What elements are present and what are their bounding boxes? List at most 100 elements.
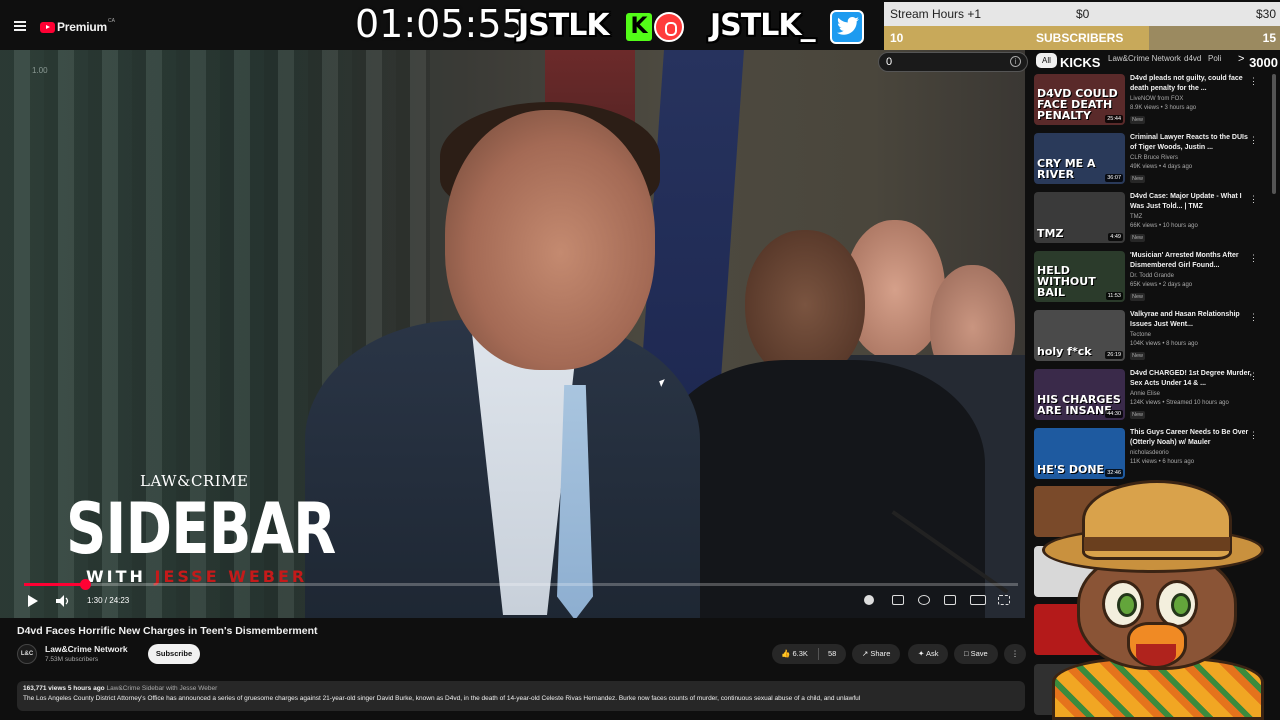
recommendation-meta: 8.9K views • 3 hours ago [1130,105,1197,111]
captions-icon[interactable] [892,595,904,605]
recommendation-title[interactable]: Valkyrae and Hasan Relationship Issues J… [1130,310,1254,329]
dislike-count: 58 [828,649,837,658]
list-item[interactable]: TMZ 4:49 D4vd Case: Major Update - What I … [1034,192,1270,247]
scrollbar[interactable] [1272,74,1276,194]
info-icon[interactable]: i [1010,56,1021,67]
video-thumbnail[interactable]: CRY ME A RIVER 36:07 [1034,133,1125,184]
mascot-eye-left [1102,580,1144,628]
more-icon[interactable]: ⋮ [1249,135,1258,146]
dislike-button[interactable]: 58 [828,644,836,664]
kick-icon: K [626,13,652,41]
kicks-goal: 3000 [1249,55,1278,70]
kicks-bar: 0 i All KICKS Law&Crime Network d4vd Pol… [878,52,1280,74]
more-icon[interactable]: ⋮ [1249,312,1258,323]
recommendation-channel[interactable]: nicholasdeorio [1130,450,1169,456]
duration-badge: 11:53 [1105,292,1123,300]
recommendation-title[interactable]: D4vd CHARGED! 1st Degree Murder, Sex Act… [1130,369,1254,388]
recommendation-title[interactable]: This Guys Career Needs to Be Over (Otter… [1130,428,1254,447]
list-item[interactable]: holy f*ck 26:19 Valkyrae and Hasan Relatio… [1034,310,1270,365]
video-thumbnail[interactable]: HELD WITHOUT BAIL 11:53 [1034,251,1125,302]
more-icon[interactable]: ⋮ [1249,253,1258,264]
speaker-face [445,110,655,370]
new-badge: New [1130,411,1146,419]
kicks-value: 0 [886,56,893,68]
twitter-bird-icon [830,10,864,44]
subs-goal: 10 SUBSCRIBERS 15 [884,26,1280,50]
thumbnail-text: TMZ [1037,227,1064,240]
goal-label: Stream Hours +1 [890,7,982,21]
recommendation-channel[interactable]: TMZ [1130,214,1142,220]
avatar[interactable]: L&C [17,644,37,664]
progress-bar[interactable] [24,579,1018,590]
recommendation-channel[interactable]: Dr. Todd Grande [1130,273,1174,279]
logo-country: CA [107,18,115,24]
more-icon[interactable]: ⋮ [1249,76,1258,87]
description-meta: 163,771 views 5 hours ago Law&Crime Side… [23,685,1019,692]
like-button[interactable]: 👍 6.3K [781,644,808,664]
like-divider [818,648,819,660]
recommendation-channel[interactable]: Annie Elise [1130,391,1160,397]
menu-icon[interactable] [14,21,26,31]
recommendation-meta: 49K views • 4 days ago [1130,164,1193,170]
video-thumbnail[interactable]: holy f*ck 26:19 [1034,310,1125,361]
list-item[interactable]: CRY ME A RIVER 36:07 Criminal Lawyer React… [1034,133,1270,188]
autoplay-icon[interactable] [864,595,874,605]
subs-label: SUBSCRIBERS [1036,31,1124,45]
recommendation-meta: 124K views • Streamed 10 hours ago [1130,400,1229,406]
list-item[interactable]: HELD WITHOUT BAIL 11:53 'Musician' Arreste… [1034,251,1270,306]
list-item[interactable]: HIS CHARGES ARE INSANE 44:30 D4vd CHARGED!… [1034,369,1270,424]
description-box[interactable]: 163,771 views 5 hours ago Law&Crime Side… [17,681,1025,711]
youtube-logo[interactable]: Premium CA [40,18,115,34]
video-player[interactable]: 1.00 LAW&CRIME SIDEBAR WITH JESSE WEBER … [0,50,1025,618]
recommendation-channel[interactable]: Tectone [1130,332,1151,338]
recommendation-channel[interactable]: LiveNOW from FOX [1130,96,1183,102]
like-count: 6.3K [792,649,808,658]
police-chief-head [745,230,865,380]
subs-target: 15 [1262,31,1276,45]
channel-name[interactable]: Law&Crime Network [45,644,128,654]
chevron-right-icon[interactable]: > [1238,53,1244,65]
settings-icon[interactable] [918,595,930,605]
fullscreen-icon[interactable] [998,595,1010,605]
volume-icon[interactable] [56,595,70,607]
ask-button[interactable]: ✦ Ask [908,644,949,664]
filter-chips: All [1036,53,1057,68]
chip-all[interactable]: All [1036,53,1057,68]
list-item[interactable]: D4VD COULD FACE DEATH PENALTY 25:44 D4vd p… [1034,74,1270,129]
video-thumbnail[interactable]: TMZ 4:49 [1034,192,1125,243]
chip-poli[interactable]: Poli [1208,54,1221,63]
subs-count: 10 [890,31,904,45]
recommendation-title[interactable]: 'Musician' Arrested Months After Dismemb… [1130,251,1254,270]
share-button[interactable]: ↗ Share [852,644,901,664]
video-thumbnail[interactable]: HIS CHARGES ARE INSANE 44:30 [1034,369,1125,420]
subscribe-button[interactable]: Subscribe [148,644,200,664]
recommendation-title[interactable]: D4vd Case: Major Update - What I Was Jus… [1130,192,1254,211]
more-icon[interactable]: ⋮ [1249,194,1258,205]
recommendation-title[interactable]: Criminal Lawyer Reacts to the DUIs of Ti… [1130,133,1254,152]
recommendation-meta: 104K views • 8 hours ago [1130,341,1198,347]
progress-scrubber[interactable] [79,579,91,590]
recommendation-channel[interactable]: CLR Bruce Rivers [1130,155,1178,161]
description-tag[interactable]: Law&Crime Sidebar with Jesse Weber [106,685,217,692]
chip-network[interactable]: Law&Crime Network [1108,54,1181,63]
video-title: D4vd Faces Horrific New Charges in Teen'… [17,625,318,637]
duration-badge: 25:44 [1105,115,1123,123]
video-thumbnail[interactable]: D4VD COULD FACE DEATH PENALTY 25:44 [1034,74,1125,125]
mascot-mouth [1136,644,1176,666]
recommendation-title[interactable]: D4vd pleads not guilty, could face death… [1130,74,1254,93]
recommendation-meta: 65K views • 2 days ago [1130,282,1193,288]
new-badge: New [1130,116,1146,124]
record-icon [654,12,684,42]
miniplayer-icon[interactable] [944,595,956,605]
save-button[interactable]: □ Save [954,644,998,664]
theater-icon[interactable] [970,595,986,605]
play-icon[interactable] [28,595,38,607]
police-chief-uniform [655,360,985,618]
ask-label: Ask [925,649,939,658]
duration-badge: 44:30 [1105,410,1123,418]
chip-d4vd[interactable]: d4vd [1184,54,1201,63]
more-icon[interactable]: ⋮ [1249,371,1258,382]
more-icon[interactable]: ⋮ [1004,644,1026,664]
more-icon[interactable]: ⋮ [1249,430,1258,441]
mascot-hat-band [1084,537,1230,551]
